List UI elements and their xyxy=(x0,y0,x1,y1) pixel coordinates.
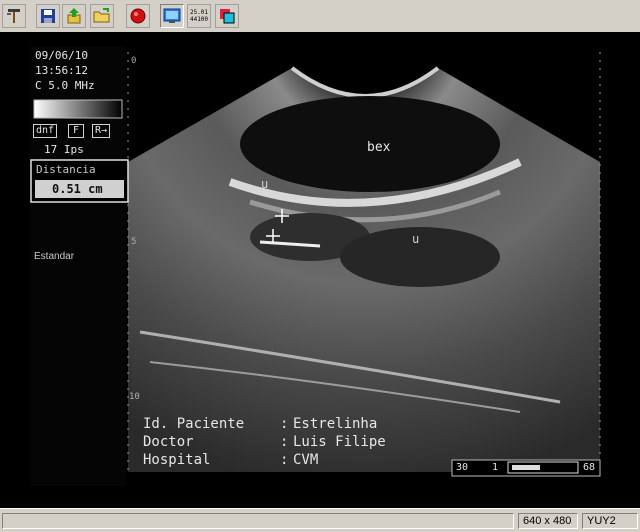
folder-open-icon xyxy=(93,8,110,23)
scale-left: 30 xyxy=(456,462,469,473)
tools-icon xyxy=(7,9,20,23)
patient-id-label: Id. Paciente xyxy=(143,416,245,432)
status-bar: 640 x 480 YUY2 xyxy=(0,508,640,532)
save-button[interactable] xyxy=(36,4,60,28)
bladder-label: bex xyxy=(367,140,391,155)
preset-label: Estandar xyxy=(34,251,75,262)
hospital-value: CVM xyxy=(293,452,319,468)
dnf-toggle[interactable]: dnf xyxy=(33,124,58,138)
uterus-label-left: u xyxy=(261,177,269,191)
export-arrow-icon xyxy=(67,8,81,24)
doctor-colon: : xyxy=(280,434,289,450)
clock-icon: 25.01 44100 xyxy=(190,9,208,23)
display-mode-button[interactable] xyxy=(215,4,239,28)
probe-frequency: C 5.0 MHz xyxy=(35,79,95,92)
clock-button[interactable]: 25.01 44100 xyxy=(187,4,211,28)
export-button[interactable] xyxy=(62,4,86,28)
toolbar: 25.01 44100 xyxy=(0,0,640,33)
open-folder-button[interactable] xyxy=(90,4,114,28)
settings-tools-button[interactable] xyxy=(2,4,26,28)
hospital-colon: : xyxy=(280,452,289,468)
record-dot-icon xyxy=(130,8,146,24)
clock-line-1: 25.01 xyxy=(189,9,209,16)
frame-rate: 17 Ips xyxy=(44,143,84,156)
floppy-disk-icon xyxy=(41,9,55,23)
exam-time: 13:56:12 xyxy=(35,64,88,77)
display-mode-icon xyxy=(220,9,235,24)
doctor-label: Doctor xyxy=(143,434,194,450)
measure-label: Distancia xyxy=(36,163,96,176)
status-message-panel xyxy=(2,513,514,529)
r-toggle[interactable]: R→ xyxy=(92,124,111,138)
depth-label-top: 0 xyxy=(131,56,137,66)
hospital-label: Hospital xyxy=(143,452,211,468)
record-button[interactable] xyxy=(126,4,150,28)
monitor-capture-icon xyxy=(163,8,181,23)
format-indicator: YUY2 xyxy=(582,513,638,529)
patient-id-value: Estrelinha xyxy=(293,416,378,432)
capture-button[interactable] xyxy=(160,4,184,28)
patient-id-colon: : xyxy=(280,416,289,432)
depth-label-bottom: 10 xyxy=(129,392,140,402)
doctor-value: Luis Filipe xyxy=(293,434,386,450)
depth-label-mid: 5 xyxy=(131,237,137,247)
clock-line-2: 44100 xyxy=(189,16,209,23)
exam-date: 09/06/10 xyxy=(35,49,88,62)
uterus-label-right: u xyxy=(412,232,420,246)
ultrasound-viewer[interactable]: 09/06/10 13:56:12 C 5.0 MHz dnf F R→ 17 … xyxy=(0,32,640,508)
measure-value: 0.51 cm xyxy=(52,182,103,196)
f-toggle[interactable]: F xyxy=(68,124,85,138)
scale-mid: 1 xyxy=(492,462,499,473)
scale-right: 68 xyxy=(583,462,596,473)
resolution-indicator: 640 x 480 xyxy=(518,513,578,529)
